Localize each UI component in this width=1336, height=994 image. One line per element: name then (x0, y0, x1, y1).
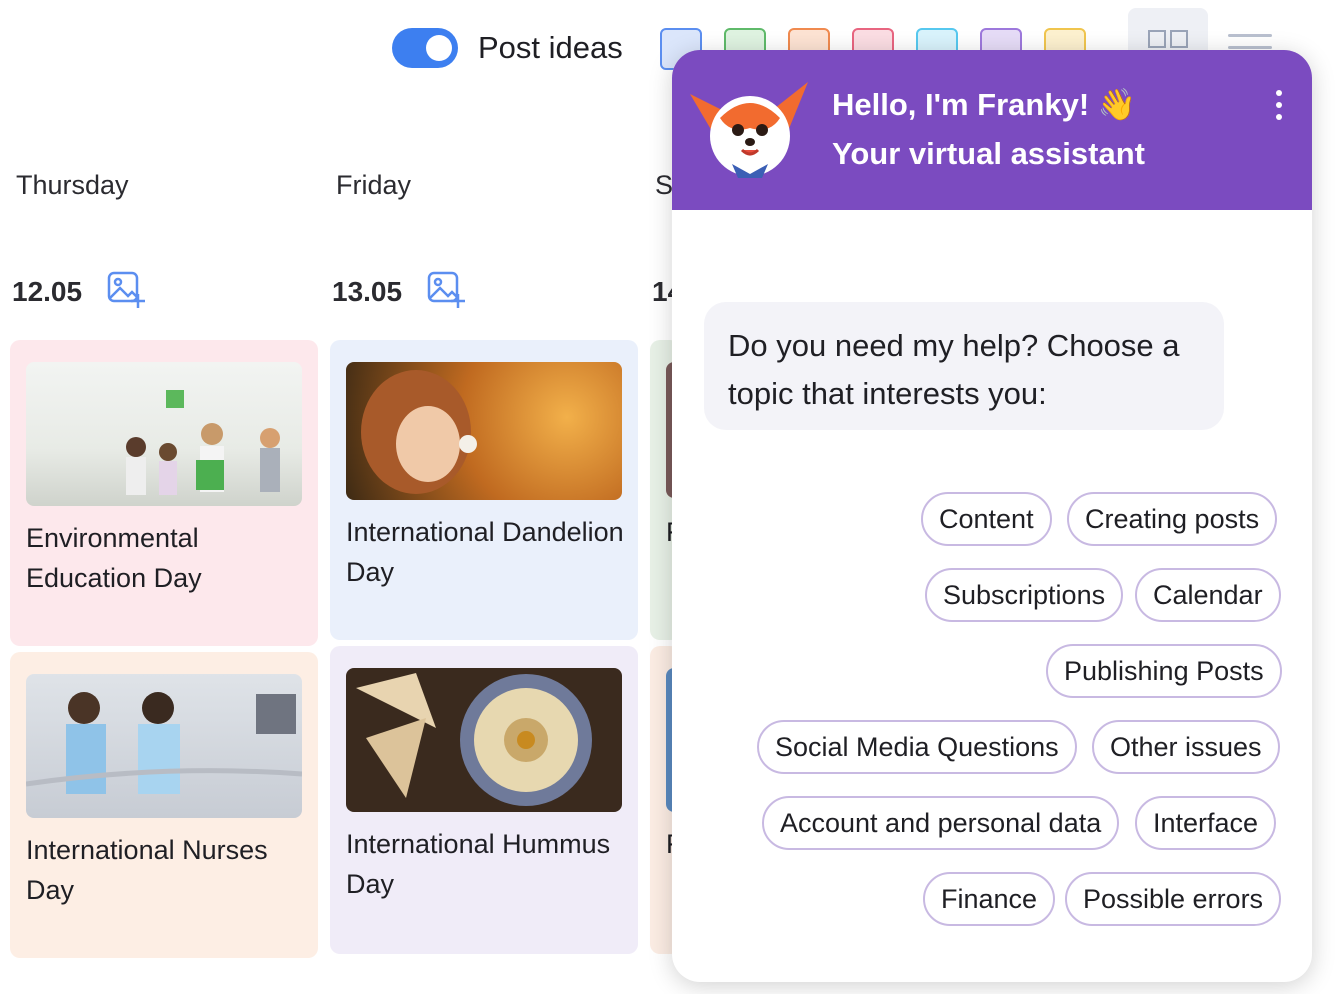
day-name-saturday: S (655, 170, 674, 200)
assistant-subtitle: Your virtual assistant (832, 136, 1145, 171)
assistant-greeting: Hello, I'm Franky! 👋 (832, 87, 1137, 122)
topic-chip-finance[interactable]: Finance (923, 872, 1056, 926)
card-title: International Hummus Day (346, 829, 611, 899)
date-12-05: 12.05 (12, 276, 83, 307)
topic-chip-account-personal-data[interactable]: Account and personal data (762, 796, 1120, 850)
menu-icon-line (1228, 46, 1272, 49)
card-image (346, 668, 622, 812)
card-title: International Dandelion Day (346, 517, 624, 587)
topic-chip-other-issues[interactable]: Other issues (1092, 720, 1280, 774)
card-image (26, 362, 302, 506)
topic-chip-creating-posts[interactable]: Creating posts (1067, 492, 1278, 546)
post-idea-card[interactable]: International Nurses Day (10, 652, 318, 958)
post-idea-card[interactable]: Environmental Education Day (10, 340, 318, 646)
card-image (346, 362, 622, 500)
day-name-thursday: Thursday (16, 170, 129, 200)
card-title: Environmental Education Day (26, 523, 202, 593)
topic-chip-content[interactable]: Content (921, 492, 1052, 546)
topic-chip-calendar[interactable]: Calendar (1135, 568, 1281, 622)
add-image-icon[interactable] (426, 270, 466, 310)
grid-view-icon-square (1170, 30, 1188, 48)
date-13-05: 13.05 (332, 276, 403, 307)
topic-chip-publishing-posts[interactable]: Publishing Posts (1046, 644, 1282, 698)
post-ideas-label: Post ideas (478, 30, 623, 65)
virtual-assistant-panel: Hello, I'm Franky! 👋 Your virtual assist… (672, 50, 1312, 982)
day-name-friday: Friday (336, 170, 412, 200)
toggle-knob (426, 35, 452, 61)
more-options-icon[interactable] (1276, 90, 1282, 126)
topic-chip-subscriptions[interactable]: Subscriptions (925, 568, 1124, 622)
assistant-message: Do you need my help? Choose a topic that… (704, 302, 1224, 430)
franky-fox-avatar (690, 82, 808, 178)
topic-chip-social-media-questions[interactable]: Social Media Questions (757, 720, 1077, 774)
post-idea-card[interactable]: International Dandelion Day (330, 340, 638, 640)
post-ideas-toggle[interactable] (392, 28, 458, 68)
menu-icon-line (1228, 34, 1272, 37)
grid-view-icon (1148, 30, 1166, 48)
card-title: International Nurses Day (26, 835, 268, 905)
topic-chip-interface[interactable]: Interface (1135, 796, 1277, 850)
card-image (26, 674, 302, 818)
assistant-header: Hello, I'm Franky! 👋 Your virtual assist… (672, 50, 1312, 210)
add-image-icon[interactable] (106, 270, 146, 310)
topic-chip-possible-errors[interactable]: Possible errors (1065, 872, 1282, 926)
post-idea-card[interactable]: International Hummus Day (330, 646, 638, 954)
